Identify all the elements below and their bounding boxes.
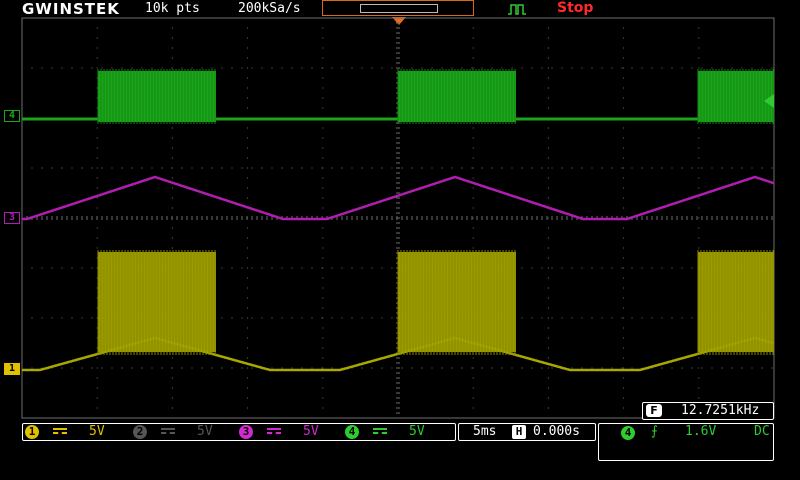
dc-coupling-icon: [161, 428, 175, 435]
trigger-info[interactable]: 4 ⨍ 1.6V DC: [598, 423, 774, 461]
dc-coupling-icon: [53, 428, 67, 435]
timebase-scale: 5ms: [473, 424, 497, 439]
ch4-scale: 5V: [409, 424, 425, 439]
waveform-traces: [22, 69, 775, 372]
ch4-number: 4: [345, 425, 359, 439]
frequency-value: 12.7251kHz: [681, 403, 760, 418]
ch2-scale: 5V: [197, 424, 213, 439]
timebase-info[interactable]: 5ms H 0.000s: [458, 423, 596, 441]
trigger-level: 1.6V: [685, 424, 717, 439]
trigger-level-marker: [764, 94, 774, 108]
ch1-marker[interactable]: 1: [4, 363, 20, 375]
dc-coupling-icon: [373, 428, 387, 435]
ch3-scale: 5V: [303, 424, 319, 439]
ch1-burst: [698, 252, 774, 352]
horizontal-position-icon: H: [512, 425, 526, 439]
ch4-marker[interactable]: 4: [4, 110, 20, 122]
ch4-burst: [698, 71, 774, 122]
ch3-number: 3: [239, 425, 253, 439]
horizontal-position: 0.000s: [533, 424, 580, 439]
trigger-source: 4: [621, 426, 635, 440]
frequency-counter: F 12.7251kHz: [642, 402, 774, 420]
channel-info-bar: 1 5V 2 5V 3 5V 4 5V: [22, 423, 456, 441]
trigger-coupling: DC: [754, 424, 770, 439]
ch3-marker[interactable]: 3: [4, 212, 20, 224]
frequency-icon: F: [646, 404, 662, 417]
ch1-scale: 5V: [89, 424, 105, 439]
rising-edge-icon: ⨍: [651, 424, 658, 439]
ch1-number: 1: [25, 425, 39, 439]
dc-coupling-icon: [267, 428, 281, 435]
ch2-number: 2: [133, 425, 147, 439]
